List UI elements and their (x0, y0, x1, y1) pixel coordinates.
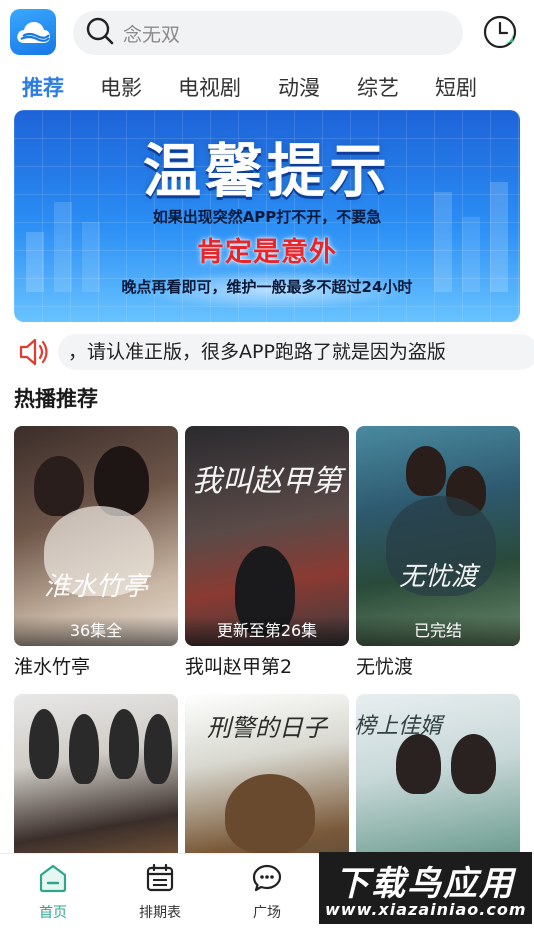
notice-banner[interactable]: 温馨提示 如果出现突然APP打不开，不要急 肯定是意外 晚点再看即可，维护一般最… (14, 110, 520, 322)
watermark-title: 下载鸟应用 (335, 864, 515, 904)
search-input[interactable] (123, 22, 443, 44)
poster-image[interactable]: 无忧渡 已完结 (356, 426, 520, 646)
chat-icon (227, 862, 307, 898)
episode-badge: 已完结 (356, 616, 520, 646)
nav-schedule[interactable]: 排期表 (120, 862, 200, 922)
video-card[interactable]: 淮水竹亭 36集全 淮水竹亭 (14, 426, 178, 679)
banner-line-2: 肯定是意外 (197, 237, 337, 268)
poster-title: 无忧渡 (398, 562, 477, 592)
nav-schedule-label: 排期表 (139, 905, 181, 921)
home-icon (13, 862, 93, 898)
calendar-icon (120, 862, 200, 898)
header (0, 0, 534, 64)
nav-home-label: 首页 (39, 905, 67, 921)
video-card[interactable]: 我叫赵甲第 更新至第26集 我叫赵甲第2 (185, 426, 349, 679)
nav-home[interactable]: 首页 (13, 862, 93, 922)
watermark-url: www.xiazainiao.com (325, 900, 527, 919)
poster-title: 刑警的日子 (207, 714, 327, 742)
search-bar[interactable] (73, 11, 463, 55)
section-title: 热播推荐 (14, 387, 98, 411)
search-icon (85, 16, 115, 50)
episode-badge: 36集全 (14, 616, 178, 646)
cloud-logo-icon[interactable] (10, 9, 56, 55)
watermark: 下载鸟应用 www.xiazainiao.com (319, 852, 532, 924)
poster-image[interactable]: 淮水竹亭 36集全 (14, 426, 178, 646)
speaker-icon (18, 337, 50, 371)
video-title[interactable]: 我叫赵甲第2 (185, 652, 349, 679)
banner-title: 温馨提示 (142, 137, 391, 205)
nav-square-label: 广场 (253, 905, 281, 921)
tab-tv-series[interactable]: 电视剧 (178, 72, 241, 102)
announcement-text: ，请认准正版，很多APP跑路了就是因为盗版 (58, 334, 534, 370)
tab-movies[interactable]: 电影 (100, 72, 142, 102)
nav-square[interactable]: 广场 (227, 862, 307, 922)
poster-image[interactable]: 我叫赵甲第 更新至第26集 (185, 426, 349, 646)
tab-short-drama[interactable]: 短剧 (435, 72, 477, 102)
poster-title: 淮水竹亭 (43, 572, 148, 602)
clock-icon[interactable] (482, 14, 518, 50)
video-card[interactable]: 无忧渡 已完结 无忧渡 (356, 426, 520, 679)
banner-line-1: 如果出现突然APP打不开，不要急 (152, 208, 382, 226)
banner-line-3: 晚点再看即可，维护一般最多不超过24小时 (121, 278, 413, 296)
tab-recommend[interactable]: 推荐 (22, 72, 64, 102)
tab-variety[interactable]: 综艺 (357, 72, 399, 102)
episode-badge: 更新至第26集 (185, 616, 349, 646)
video-title[interactable]: 无忧渡 (356, 652, 520, 679)
announcement-bar[interactable]: ，请认准正版，很多APP跑路了就是因为盗版 (14, 334, 534, 371)
tab-anime[interactable]: 动漫 (278, 72, 320, 102)
video-title[interactable]: 淮水竹亭 (14, 652, 178, 679)
category-tabs: 推荐 电影 电视剧 动漫 综艺 短剧 (0, 64, 534, 108)
poster-title: 我叫赵甲第 (192, 464, 342, 499)
